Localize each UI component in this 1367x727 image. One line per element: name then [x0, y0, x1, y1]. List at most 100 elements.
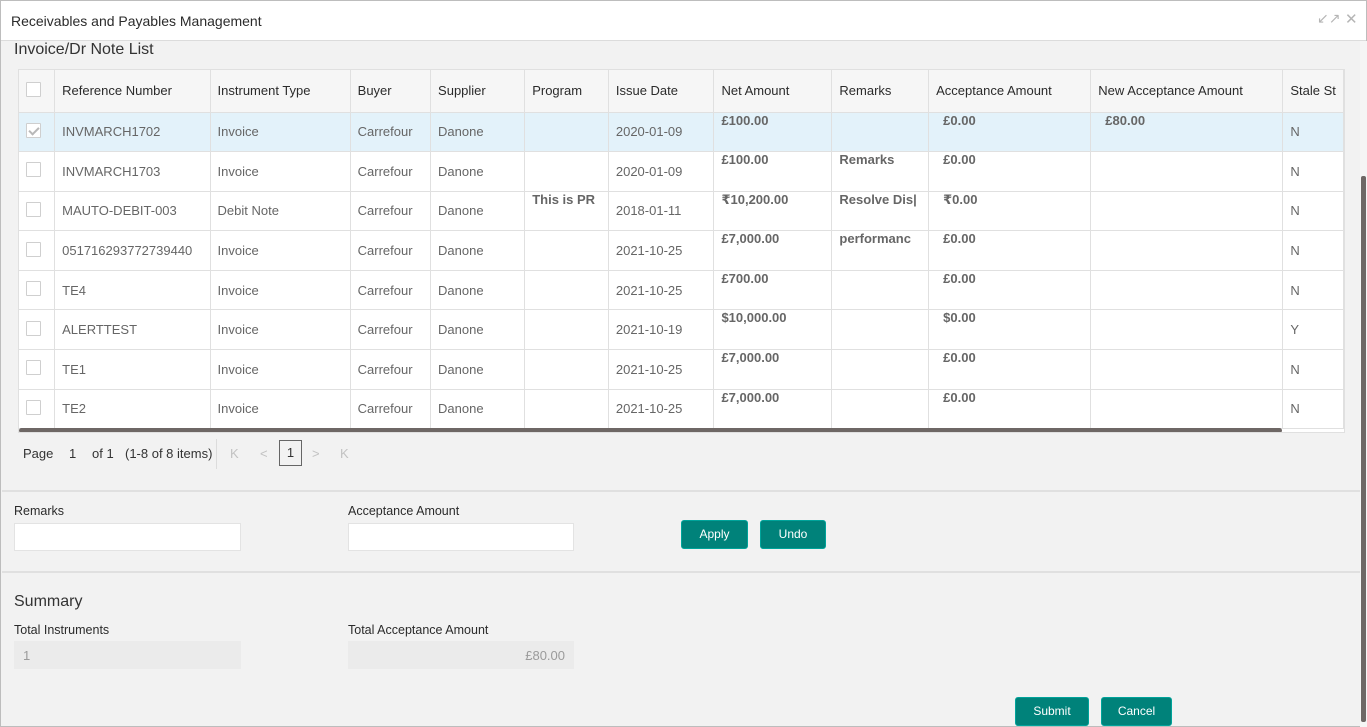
current-page: 1: [69, 446, 77, 461]
table-row[interactable]: 051716293772739440 Invoice Carrefour Danone…: [19, 230, 1344, 271]
summary-title: Summary: [14, 593, 83, 610]
row-checkbox[interactable]: [26, 399, 41, 415]
cell-acceptance-amount: £0.00: [928, 151, 1092, 192]
cell-remarks: [831, 270, 930, 311]
select-all-cell: [19, 70, 56, 113]
cell-buyer: Carrefour: [350, 349, 432, 390]
column-header-reference-number[interactable]: Reference Number: [54, 70, 211, 113]
table-row[interactable]: TE1 Invoice Carrefour Danone 2021-10-25 £7,00…: [19, 349, 1344, 390]
column-header-acceptance-amount[interactable]: Acceptance Amount: [928, 70, 1092, 113]
cell-reference-number[interactable]: INVMARCH1703: [54, 151, 211, 192]
cell-supplier: Danone: [430, 230, 526, 271]
cell-issue-date: 2021-10-25: [608, 270, 715, 311]
row-checkbox[interactable]: [26, 241, 41, 257]
restore-icon[interactable]: ↙↗: [1317, 10, 1340, 27]
column-header-stale-status[interactable]: Stale St: [1282, 70, 1344, 113]
row-checkbox[interactable]: [26, 201, 41, 217]
table-row[interactable]: INVMARCH1703 Invoice Carrefour Danone 2020-0…: [19, 151, 1344, 192]
next-page-icon[interactable]: >: [312, 446, 320, 461]
column-header-issue-date[interactable]: Issue Date: [608, 70, 715, 113]
cell-net-amount: $10,000.00: [713, 309, 833, 351]
column-header-supplier[interactable]: Supplier: [430, 70, 526, 113]
row-select-cell: [19, 230, 56, 271]
cell-stale-status: N: [1282, 230, 1344, 271]
cancel-button[interactable]: Cancel: [1101, 697, 1172, 726]
cell-reference-number[interactable]: 051716293772739440: [54, 230, 211, 271]
close-icon[interactable]: ✕: [1345, 10, 1358, 28]
row-select-cell: [19, 309, 56, 351]
cell-reference-number[interactable]: TE1: [54, 349, 211, 390]
column-header-remarks[interactable]: Remarks: [831, 70, 930, 113]
cell-acceptance-amount: £0.00: [928, 230, 1092, 271]
cell-stale-status: N: [1282, 191, 1344, 232]
column-header-instrument-type[interactable]: Instrument Type: [210, 70, 351, 113]
column-header-net-amount[interactable]: Net Amount: [713, 70, 833, 113]
cell-program: [524, 230, 609, 271]
cell-remarks: Remarks: [831, 151, 930, 192]
invoice-grid: Reference Number Instrument Type Buyer S…: [18, 69, 1345, 433]
app-window: Receivables and Payables Management ↙↗ ✕…: [0, 0, 1367, 727]
table-header-row: Reference Number Instrument Type Buyer S…: [19, 70, 1344, 113]
vertical-scrollbar-thumb[interactable]: [1361, 176, 1366, 722]
horizontal-scrollbar[interactable]: [19, 428, 1282, 432]
page-of-label: of 1: [92, 446, 114, 461]
cell-buyer: Carrefour: [350, 112, 432, 153]
row-select-cell: [19, 112, 56, 153]
cell-stale-status: Y: [1282, 309, 1344, 351]
cell-instrument-type: Invoice: [210, 270, 351, 311]
row-checkbox[interactable]: [26, 162, 41, 178]
cell-reference-number[interactable]: INVMARCH1702: [54, 112, 211, 153]
cell-new-acceptance-amount: [1090, 309, 1284, 351]
table-row[interactable]: ALERTTEST Invoice Carrefour Danone 2021-10-1…: [19, 309, 1344, 351]
row-checkbox[interactable]: [26, 281, 41, 297]
cell-supplier: Danone: [430, 389, 526, 430]
column-header-program[interactable]: Program: [524, 70, 609, 113]
previous-page-icon[interactable]: <: [260, 446, 268, 461]
cell-issue-date: 2021-10-25: [608, 349, 715, 390]
column-header-buyer[interactable]: Buyer: [350, 70, 432, 113]
total-instruments-label: Total Instruments: [14, 623, 110, 637]
submit-button[interactable]: Submit: [1015, 697, 1089, 726]
page-1-button[interactable]: 1: [279, 440, 302, 466]
cell-stale-status: N: [1282, 389, 1344, 430]
table-row[interactable]: MAUTO-DEBIT-003 Debit Note Carrefour Danone…: [19, 191, 1344, 232]
cell-reference-number[interactable]: ALERTTEST: [54, 309, 211, 351]
cell-net-amount: £7,000.00: [713, 349, 833, 390]
acceptance-amount-input[interactable]: [348, 523, 574, 551]
cell-instrument-type: Debit Note: [210, 191, 351, 232]
apply-button[interactable]: Apply: [681, 520, 748, 549]
cell-stale-status: N: [1282, 151, 1344, 192]
column-header-new-acceptance-amount[interactable]: New Acceptance Amount: [1090, 70, 1284, 113]
page-label: Page: [23, 446, 54, 461]
cell-supplier: Danone: [430, 270, 526, 311]
remarks-input[interactable]: [14, 523, 241, 551]
table-row[interactable]: TE2 Invoice Carrefour Danone 2021-10-25 £7,00…: [19, 389, 1344, 430]
cell-supplier: Danone: [430, 309, 526, 351]
table-row[interactable]: TE4 Invoice Carrefour Danone 2021-10-25 £700.…: [19, 270, 1344, 311]
cell-reference-number[interactable]: TE2: [54, 389, 211, 430]
row-checkbox[interactable]: [26, 360, 41, 376]
cell-issue-date: 2021-10-25: [608, 389, 715, 430]
cell-program: [524, 112, 609, 153]
cell-program: [524, 151, 609, 192]
cell-remarks: [831, 389, 930, 430]
row-checkbox[interactable]: [26, 122, 41, 138]
cell-acceptance-amount: ₹0.00: [928, 191, 1092, 232]
row-checkbox[interactable]: [26, 320, 41, 336]
first-page-icon[interactable]: K: [230, 446, 239, 461]
cell-supplier: Danone: [430, 349, 526, 390]
last-page-icon[interactable]: K: [340, 446, 349, 461]
cell-reference-number[interactable]: MAUTO-DEBIT-003: [54, 191, 211, 232]
undo-button[interactable]: Undo: [760, 520, 826, 549]
cell-program: This is PR: [524, 191, 609, 232]
divider: [2, 490, 1360, 492]
cell-reference-number[interactable]: TE4: [54, 270, 211, 311]
select-all-checkbox[interactable]: [26, 81, 41, 97]
cell-issue-date: 2021-10-25: [608, 230, 715, 271]
cell-issue-date: 2021-10-19: [608, 309, 715, 351]
cell-buyer: Carrefour: [350, 191, 432, 232]
cell-net-amount: £100.00: [713, 112, 833, 153]
cell-net-amount: £7,000.00: [713, 389, 833, 430]
table-row[interactable]: INVMARCH1702 Invoice Carrefour Danone 2020-0…: [19, 112, 1344, 153]
total-instruments-field: 1: [14, 641, 241, 669]
